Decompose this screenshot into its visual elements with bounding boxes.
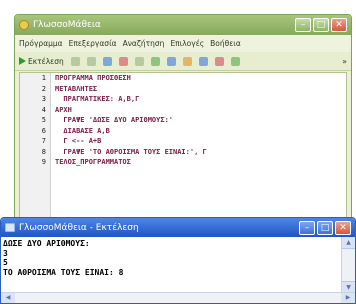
console-line: 3 [3, 248, 8, 258]
maximize-icon: □ [316, 20, 326, 30]
tools-icon[interactable] [230, 56, 240, 66]
code-line: 3 ΠΡΑΓΜΑΤΙΚΕΣ: Α,Β,Γ [20, 94, 346, 105]
code-text: ΠΡΑΓΜΑΤΙΚΕΣ: Α,Β,Γ [55, 95, 140, 104]
maximize-button[interactable]: □ [313, 18, 329, 32]
line-number: 7 [41, 137, 46, 146]
scroll-right-icon[interactable]: ▶ [341, 293, 355, 303]
maximize-icon: □ [320, 222, 330, 233]
maximize-button[interactable]: □ [317, 220, 333, 235]
code-text: ΑΡΧΗ [55, 105, 72, 114]
line-number: 2 [41, 84, 46, 93]
line-number: 9 [41, 158, 46, 167]
horizontal-scrollbar[interactable]: ◀ ▶ [1, 292, 355, 303]
toolbar-overflow-icon[interactable]: » [342, 57, 347, 66]
menu-edit[interactable]: Επεξεργασία [69, 39, 117, 48]
open-icon[interactable] [134, 56, 144, 66]
menu-help[interactable]: Βοήθεια [210, 39, 241, 48]
code-editor[interactable]: 1 ΠΡΟΓΡΑΜΜΑ ΠΡΟΣΘΕΣΗ 2 ΜΕΤΑΒΛΗΤΕΣ 3 ΠΡΑΓΜΑ… [19, 72, 347, 219]
run-label: Εκτέλεση [28, 56, 64, 66]
cut-icon[interactable] [214, 56, 224, 66]
code-line: 1 ΠΡΟΓΡΑΜΜΑ ΠΡΟΣΘΕΣΗ [20, 73, 346, 84]
output-title: ΓλωσσοΜάθεια - Εκτέλεση [19, 222, 139, 233]
debug-icon[interactable] [118, 56, 128, 66]
console-line: 5 [3, 258, 8, 267]
undo-icon[interactable] [182, 56, 192, 66]
code-text: ΜΕΤΑΒΛΗΤΕΣ [55, 84, 98, 93]
line-number: 5 [41, 116, 46, 125]
run-button[interactable]: Εκτέλεση [19, 57, 64, 66]
line-number: 4 [41, 105, 46, 114]
toolbar: Εκτέλεση » [15, 52, 351, 71]
minimize-icon: – [300, 20, 306, 30]
app-icon [19, 20, 29, 30]
code-line: 4 ΑΡΧΗ [20, 105, 346, 116]
close-button[interactable]: ✕ [331, 18, 347, 32]
code-text: ΓΡΑΨΕ 'ΤΟ ΑΘΡΟΙΣΜΑ ΤΟΥΣ ΕΙΝΑΙ:', Γ [55, 147, 207, 156]
menu-program[interactable]: Πρόγραμμα [19, 39, 63, 48]
code-text: ΠΡΟΓΡΑΜΜΑ ΠΡΟΣΘΕΣΗ [55, 74, 131, 83]
minimize-icon: – [304, 222, 310, 233]
close-icon: ✕ [335, 20, 343, 30]
editor-window: ΓλωσσοΜάθεια – □ ✕ Πρόγραμμα Επεξεργασία… [14, 14, 352, 224]
output-titlebar[interactable]: ΓλωσσοΜάθεια - Εκτέλεση – □ ✕ [1, 218, 355, 237]
code-line: 5 ΓΡΑΨΕ 'ΔΩΣΕ ΔΥΟ ΑΡΙΘΜΟΥΣ:' [20, 115, 346, 126]
close-icon: ✕ [339, 222, 347, 233]
line-number: 6 [41, 126, 46, 135]
menu-search[interactable]: Αναζήτηση [123, 39, 165, 48]
console-line: ΔΩΣΕ ΔΥΟ ΑΡΙΘΜΟΥΣ: [3, 239, 90, 248]
editor-titlebar[interactable]: ΓλωσσοΜάθεια – □ ✕ [15, 15, 351, 35]
minimize-button[interactable]: – [299, 220, 315, 235]
code-line: 8 ΓΡΑΨΕ 'ΤΟ ΑΘΡΟΙΣΜΑ ΤΟΥΣ ΕΙΝΑΙ:', Γ [20, 147, 346, 158]
line-number: 8 [41, 147, 46, 156]
line-number: 1 [41, 74, 46, 83]
code-text: ΤΕΛΟΣ_ΠΡΟΓΡΑΜΜΑΤΟΣ [55, 158, 131, 167]
copy-icon[interactable] [166, 56, 176, 66]
menu-options[interactable]: Επιλογές [170, 39, 204, 48]
line-number: 3 [41, 95, 46, 104]
editor-title: ΓλωσσοΜάθεια [33, 20, 101, 30]
console-line: ΤΟ ΑΘΡΟΙΣΜΑ ΤΟΥΣ ΕΙΝΑΙ: 8 [3, 267, 124, 277]
code-text: Γ <-- Α+Β [55, 137, 102, 146]
run-icon [19, 57, 26, 65]
menu-bar: Πρόγραμμα Επεξεργασία Αναζήτηση Επιλογές… [15, 35, 351, 52]
minimize-button[interactable]: – [295, 18, 311, 32]
code-text: ΔΙΑΒΑΣΕ Α,Β [55, 126, 110, 135]
code-text: ΓΡΑΨΕ 'ΔΩΣΕ ΔΥΟ ΑΡΙΘΜΟΥΣ:' [55, 116, 174, 125]
code-line: 7 Γ <-- Α+Β [20, 136, 346, 147]
output-window: ΓλωσσοΜάθεια - Εκτέλεση – □ ✕ ΔΩΣΕ ΔΥΟ Α… [0, 217, 356, 304]
code-line: 9 ΤΕΛΟΣ_ΠΡΟΓΡΑΜΜΑΤΟΣ [20, 157, 346, 168]
stop-icon[interactable] [86, 56, 96, 66]
redo-icon[interactable] [198, 56, 208, 66]
vertical-scrollbar[interactable]: ▲ ▼ [341, 237, 355, 293]
scroll-left-icon[interactable]: ◀ [1, 293, 15, 303]
code-line: 6 ΔΙΑΒΑΣΕ Α,Β [20, 126, 346, 137]
scroll-up-icon[interactable]: ▲ [342, 237, 355, 249]
save-icon[interactable] [102, 56, 112, 66]
code-line: 2 ΜΕΤΑΒΛΗΤΕΣ [20, 84, 346, 95]
window-icon [5, 223, 15, 232]
close-button[interactable]: ✕ [335, 220, 351, 235]
add-icon[interactable] [150, 56, 160, 66]
console-output[interactable]: ΔΩΣΕ ΔΥΟ ΑΡΙΘΜΟΥΣ: 3 5 ΤΟ ΑΘΡΟΙΣΜΑ ΤΟΥΣ ΕΙΝ… [1, 237, 341, 293]
step-icon[interactable] [70, 56, 80, 66]
